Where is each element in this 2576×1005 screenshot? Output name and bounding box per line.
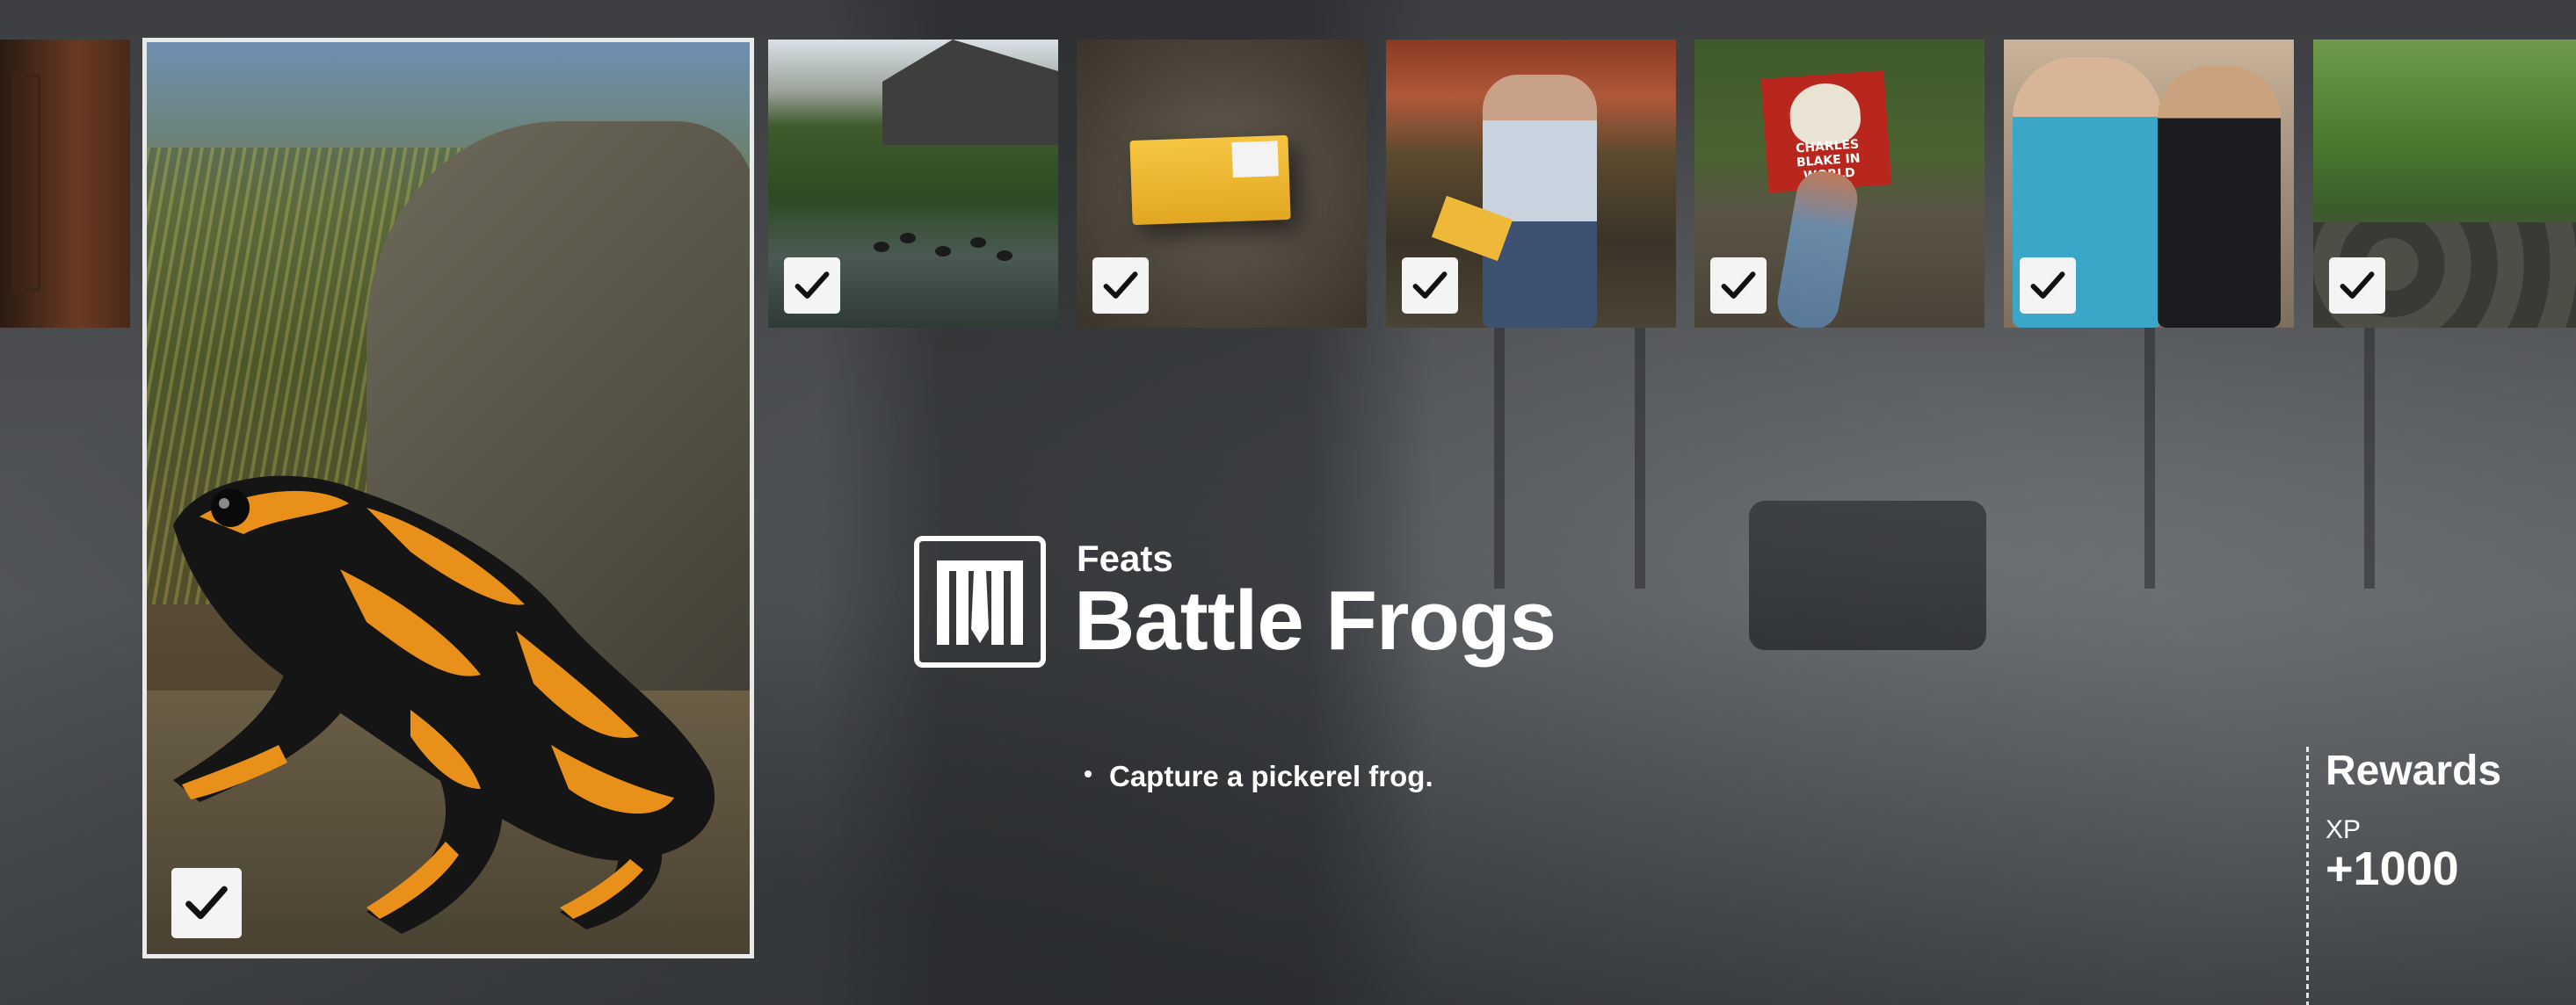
postman-image (1483, 75, 1597, 328)
bullet-icon (1085, 770, 1092, 777)
completed-checkbox (784, 257, 840, 314)
checkmark-icon (1103, 271, 1138, 299)
gallery-thumbnail-1[interactable] (768, 40, 1058, 328)
objective-item: Capture a pickerel frog. (1085, 760, 1433, 793)
gallery-thumbnail-3[interactable] (1386, 40, 1676, 328)
challenge-title: Battle Frogs (1074, 574, 1556, 668)
gallery-thumbnail-partial[interactable] (0, 40, 130, 328)
gallery-thumbnail-6[interactable] (2313, 40, 2576, 328)
objective-text: Capture a pickerel frog. (1109, 760, 1433, 792)
completed-checkbox (2329, 257, 2385, 314)
duck-image (935, 246, 951, 257)
rewards-divider (2306, 747, 2309, 1005)
man-in-suit-image (2158, 66, 2281, 328)
completed-checkbox (1710, 257, 1767, 314)
completed-checkbox (2020, 257, 2076, 314)
feats-icon (914, 536, 1046, 668)
package-image (1129, 134, 1291, 226)
package-label (1231, 141, 1279, 178)
duck-image (900, 233, 916, 243)
rewards-heading: Rewards (2326, 748, 2502, 794)
checkmark-icon (2030, 271, 2065, 299)
house-image (882, 40, 1058, 145)
duck-image (874, 242, 889, 252)
hero-challenge-image[interactable] (142, 38, 754, 958)
checkmark-icon (2340, 271, 2375, 299)
duck-image (970, 237, 986, 248)
door-image (12, 75, 40, 291)
xp-value: +1000 (2326, 842, 2459, 895)
background-tree (1635, 290, 1645, 589)
rewards-panel: Rewards XP +1000 (2306, 747, 2576, 1005)
background-tree (1494, 290, 1505, 589)
feats-icon-glyph (937, 560, 1023, 645)
background-car (1749, 501, 1986, 650)
xp-label: XP (2326, 815, 2362, 844)
checkmark-icon (1412, 271, 1448, 299)
checkmark-icon (185, 886, 228, 920)
gallery-thumbnail-2[interactable] (1077, 40, 1367, 328)
background-tree (2364, 290, 2375, 589)
completed-checkbox (1402, 257, 1458, 314)
checkmark-icon (1721, 271, 1756, 299)
completed-checkbox (171, 868, 242, 938)
gallery-thumbnail-5[interactable] (2004, 40, 2294, 328)
checkmark-icon (795, 271, 830, 299)
gallery-thumbnail-4[interactable]: CHARLES BLAKE IN WORLD (1694, 40, 1985, 328)
completed-checkbox (1092, 257, 1149, 314)
duck-image (997, 250, 1012, 261)
background-tree (2144, 290, 2155, 589)
